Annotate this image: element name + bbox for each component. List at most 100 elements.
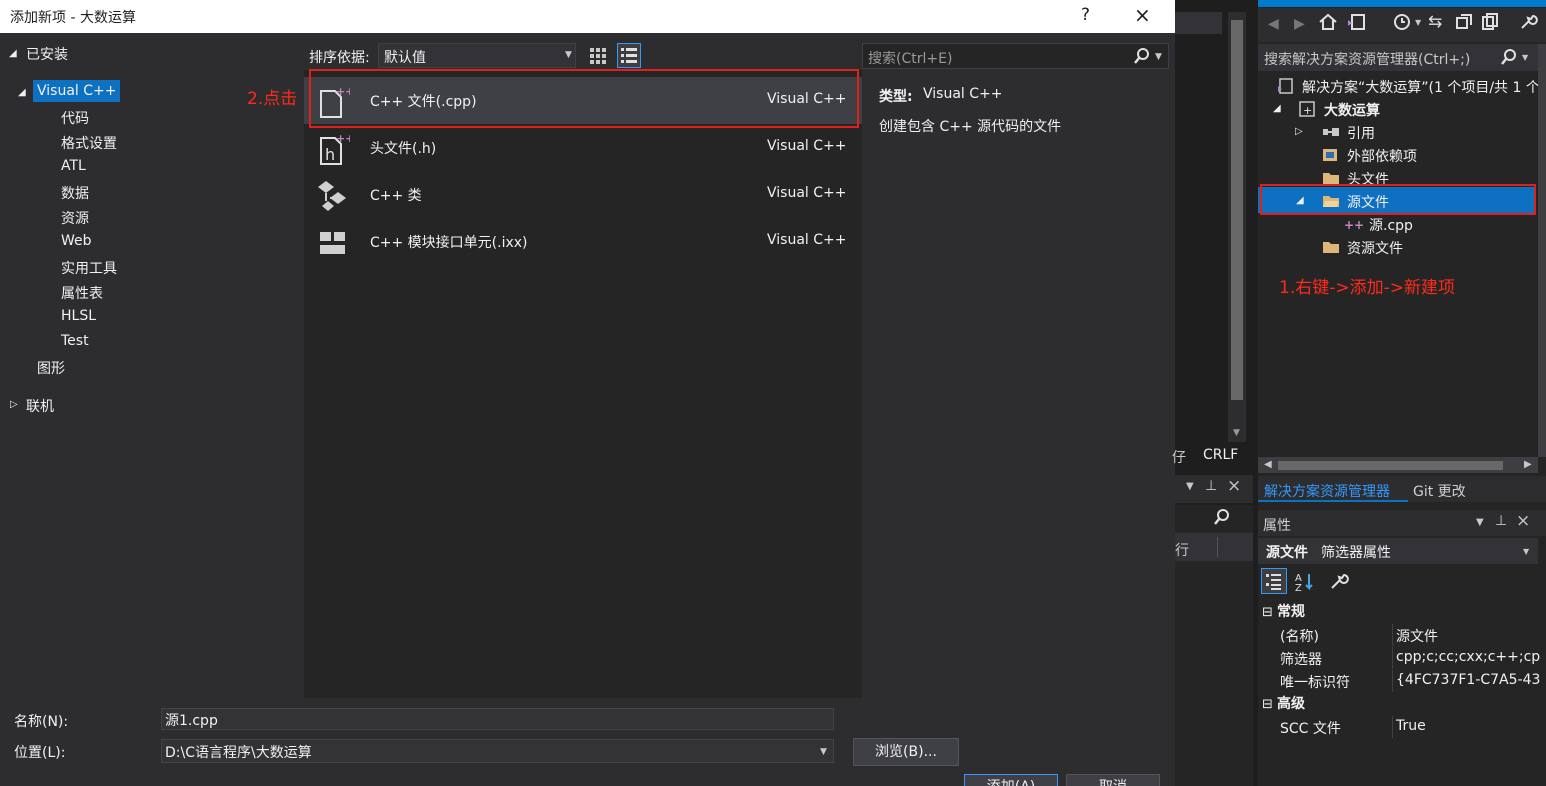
- category-general[interactable]: ⊟ 常规: [1262, 601, 1305, 621]
- svg-text:h: h: [325, 145, 335, 164]
- chevron-down-icon[interactable]: ▼: [820, 747, 827, 757]
- properties-object-selector[interactable]: 源文件 筛选器属性 ▼: [1258, 538, 1538, 564]
- tree-header-files[interactable]: 头文件: [1347, 169, 1389, 189]
- tree-item-property-sheet[interactable]: 属性表: [61, 283, 103, 303]
- tab-solution-explorer[interactable]: 解决方案资源管理器: [1264, 481, 1390, 501]
- solution-explorer-vscrollbar[interactable]: [1538, 44, 1546, 457]
- tree-item-resource[interactable]: 资源: [61, 208, 89, 228]
- tab-git-changes[interactable]: Git 更改: [1413, 481, 1466, 501]
- chevron-down-icon[interactable]: ▼: [1415, 18, 1421, 27]
- list-view-icon[interactable]: [617, 43, 641, 68]
- tree-item-hlsl[interactable]: HLSL: [61, 308, 96, 324]
- line-ending-indicator[interactable]: CRLF: [1203, 447, 1238, 463]
- scroll-left-icon[interactable]: ◀: [1264, 459, 1272, 470]
- show-all-files-icon[interactable]: [1480, 12, 1500, 36]
- close-button[interactable]: ×: [1134, 3, 1151, 27]
- property-separator: [1392, 647, 1393, 669]
- tree-references[interactable]: 引用: [1347, 123, 1375, 143]
- forward-icon[interactable]: ▶: [1294, 16, 1305, 32]
- tree-solution[interactable]: 解决方案“大数运算”(1 个项目/共 1 个: [1302, 77, 1540, 97]
- tree-resource-files[interactable]: 资源文件: [1347, 238, 1403, 258]
- tree-installed[interactable]: 已安装: [26, 44, 68, 64]
- category-advanced[interactable]: ⊟ 高级: [1262, 693, 1305, 713]
- alphabetical-icon[interactable]: AZ: [1293, 570, 1317, 598]
- chevron-down-icon[interactable]: ▼: [1522, 53, 1528, 62]
- tree-item-code[interactable]: 代码: [61, 108, 89, 128]
- tree-external-deps[interactable]: 外部依赖项: [1347, 146, 1417, 166]
- sort-dropdown[interactable]: 默认值 ▼: [378, 43, 576, 68]
- properties-header: ▼ ⊥ ×: [1258, 510, 1546, 536]
- help-button[interactable]: ?: [1081, 5, 1090, 25]
- template-row-header-file[interactable]: h ++ 头文件(.h) Visual C++: [304, 124, 862, 171]
- property-value[interactable]: cpp;c;cc;cxx;c++;cp: [1396, 649, 1540, 665]
- scroll-right-icon[interactable]: ▶: [1524, 459, 1532, 470]
- chevron-down-icon[interactable]: ▼: [1155, 52, 1162, 62]
- property-value[interactable]: {4FC737F1-C7A5-43: [1396, 672, 1540, 688]
- pin-icon[interactable]: ⊥: [1205, 478, 1217, 494]
- tree-visual-cpp[interactable]: Visual C++: [33, 80, 121, 102]
- property-value[interactable]: True: [1396, 718, 1426, 734]
- scroll-down-icon[interactable]: ▼: [1233, 428, 1240, 438]
- search-icon[interactable]: [1133, 46, 1151, 70]
- tree-item-data[interactable]: 数据: [61, 183, 89, 203]
- template-row-cpp-class[interactable]: C++ 类 Visual C++: [304, 171, 862, 218]
- search-placeholder: 搜索解决方案资源管理器(Ctrl+;): [1264, 52, 1471, 68]
- collapse-box-icon[interactable]: ⊟: [1262, 605, 1277, 620]
- solution-explorer-search-input[interactable]: 搜索解决方案资源管理器(Ctrl+;) ▼: [1258, 44, 1538, 71]
- properties-wrench-icon[interactable]: [1518, 12, 1538, 36]
- property-value[interactable]: 源文件: [1396, 626, 1438, 646]
- collapse-triangle-icon[interactable]: ◢: [1296, 195, 1304, 206]
- property-row[interactable]: (名称) 源文件: [1258, 624, 1538, 646]
- tree-online[interactable]: 联机: [26, 396, 54, 416]
- tree-project[interactable]: 大数运算: [1324, 100, 1380, 120]
- browse-button[interactable]: 浏览(B)...: [853, 738, 959, 766]
- chevron-down-icon[interactable]: ▼: [1186, 481, 1194, 492]
- template-row-cpp-file[interactable]: ++ C++ 文件(.cpp) Visual C++: [304, 77, 862, 124]
- tree-source-files[interactable]: 源文件: [1347, 192, 1389, 212]
- home-icon[interactable]: [1318, 12, 1338, 36]
- tree-item-graphics[interactable]: 图形: [37, 358, 65, 378]
- chevron-down-icon[interactable]: ▼: [1476, 517, 1484, 528]
- name-input[interactable]: 源1.cpp: [161, 708, 834, 730]
- tree-item-atl[interactable]: ATL: [61, 158, 86, 174]
- tree-source-cpp[interactable]: 源.cpp: [1369, 215, 1413, 235]
- collapse-triangle-icon[interactable]: ◢: [1273, 103, 1281, 114]
- collapse-box-icon[interactable]: ⊟: [1262, 697, 1277, 712]
- cancel-button[interactable]: 取消: [1066, 774, 1160, 786]
- property-pages-wrench-icon[interactable]: [1328, 570, 1350, 596]
- grid-view-icon[interactable]: [587, 43, 609, 68]
- pin-icon[interactable]: ⊥: [1495, 513, 1507, 529]
- categorized-icon[interactable]: [1261, 568, 1287, 594]
- collapse-triangle-icon[interactable]: ◢: [9, 48, 17, 59]
- template-row-module-unit[interactable]: C++ 模块接口单元(.ixx) Visual C++: [304, 218, 862, 265]
- collapse-triangle-icon[interactable]: ◢: [18, 87, 26, 98]
- tree-item-formatting[interactable]: 格式设置: [61, 133, 117, 153]
- tree-item-utility[interactable]: 实用工具: [61, 258, 117, 278]
- location-input[interactable]: D:\C语言程序\大数运算 ▼: [161, 739, 834, 763]
- expand-triangle-icon[interactable]: ▷: [10, 399, 18, 410]
- history-icon[interactable]: [1392, 12, 1412, 36]
- sync-icon[interactable]: ⇆: [1428, 12, 1442, 32]
- property-row[interactable]: 唯一标识符 {4FC737F1-C7A5-43: [1258, 670, 1540, 692]
- property-row[interactable]: SCC 文件 True: [1258, 716, 1538, 738]
- tree-item-web[interactable]: Web: [61, 233, 92, 249]
- type-value: Visual C++: [923, 86, 1003, 102]
- add-button[interactable]: 添加(A): [964, 774, 1058, 786]
- search-icon[interactable]: [1213, 507, 1231, 531]
- search-icon[interactable]: [1500, 47, 1518, 71]
- close-icon[interactable]: ×: [1516, 511, 1530, 531]
- template-search-input[interactable]: 搜索(Ctrl+E) ▼: [862, 43, 1169, 69]
- property-row[interactable]: 筛选器 cpp;c;cc;cxx;c++;cp: [1258, 647, 1540, 669]
- editor-scrollbar-thumb[interactable]: [1231, 20, 1243, 400]
- hscrollbar-thumb[interactable]: [1278, 461, 1503, 470]
- column-separator: [1217, 537, 1218, 557]
- property-key: SCC 文件: [1280, 721, 1341, 737]
- close-icon[interactable]: ×: [1227, 476, 1241, 496]
- back-icon[interactable]: ◀: [1268, 16, 1279, 32]
- external-deps-icon: [1321, 146, 1341, 168]
- switch-views-icon[interactable]: [1346, 12, 1368, 36]
- template-name: C++ 类: [370, 188, 422, 204]
- tree-item-test[interactable]: Test: [61, 333, 89, 349]
- expand-triangle-icon[interactable]: ▷: [1295, 126, 1303, 137]
- collapse-all-icon[interactable]: [1454, 12, 1474, 36]
